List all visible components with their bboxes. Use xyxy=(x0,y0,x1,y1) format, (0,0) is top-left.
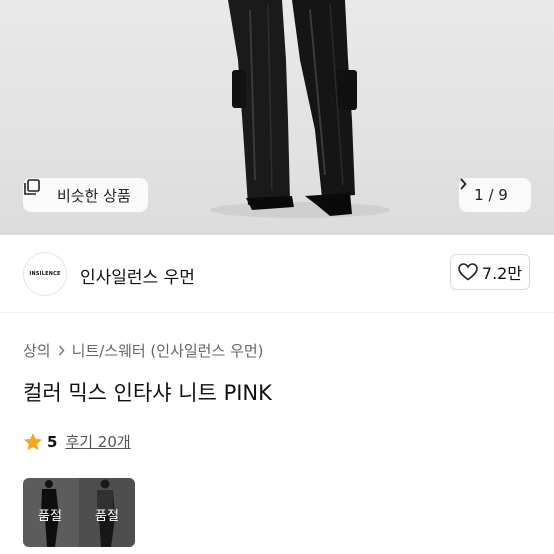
image-counter[interactable]: 1 / 9 xyxy=(459,178,531,212)
reviews-link[interactable]: 후기 20개 xyxy=(65,431,130,452)
chevron-right-icon xyxy=(58,345,65,356)
breadcrumb-item-category[interactable]: 상의 xyxy=(23,340,51,361)
breadcrumb: 상의 니트/스웨터 (인사일런스 우먼) xyxy=(23,340,264,361)
heart-icon xyxy=(458,263,478,281)
product-image[interactable]: 비슷한 상품 1 / 9 xyxy=(0,0,554,235)
similar-products-button[interactable]: 비슷한 상품 xyxy=(23,178,148,212)
product-title: 컬러 믹스 인타샤 니트 PINK xyxy=(23,381,272,405)
color-option-thumbnail[interactable]: 품절 품절 xyxy=(23,478,135,547)
image-counter-text: 1 / 9 xyxy=(474,186,508,204)
shop-row: INSILENCE 인사일런스 우먼 7.2만 xyxy=(0,235,554,313)
sold-out-label: 품절 xyxy=(38,509,62,524)
shop-logo[interactable]: INSILENCE xyxy=(23,252,67,296)
shop-logo-text: INSILENCE xyxy=(29,271,61,277)
sold-out-label: 품절 xyxy=(95,509,119,524)
rating-row: 5 후기 20개 xyxy=(23,431,131,452)
like-count: 7.2만 xyxy=(481,264,523,283)
rating-score: 5 xyxy=(47,432,58,451)
similar-products-label: 비슷한 상품 xyxy=(57,186,131,205)
similar-items-icon xyxy=(24,179,51,204)
like-button[interactable]: 7.2만 xyxy=(450,254,530,290)
breadcrumb-item-subcategory[interactable]: 니트/스웨터 (인사일런스 우먼) xyxy=(72,340,264,361)
star-icon xyxy=(23,432,43,452)
shop-name[interactable]: 인사일런스 우먼 xyxy=(80,263,195,288)
